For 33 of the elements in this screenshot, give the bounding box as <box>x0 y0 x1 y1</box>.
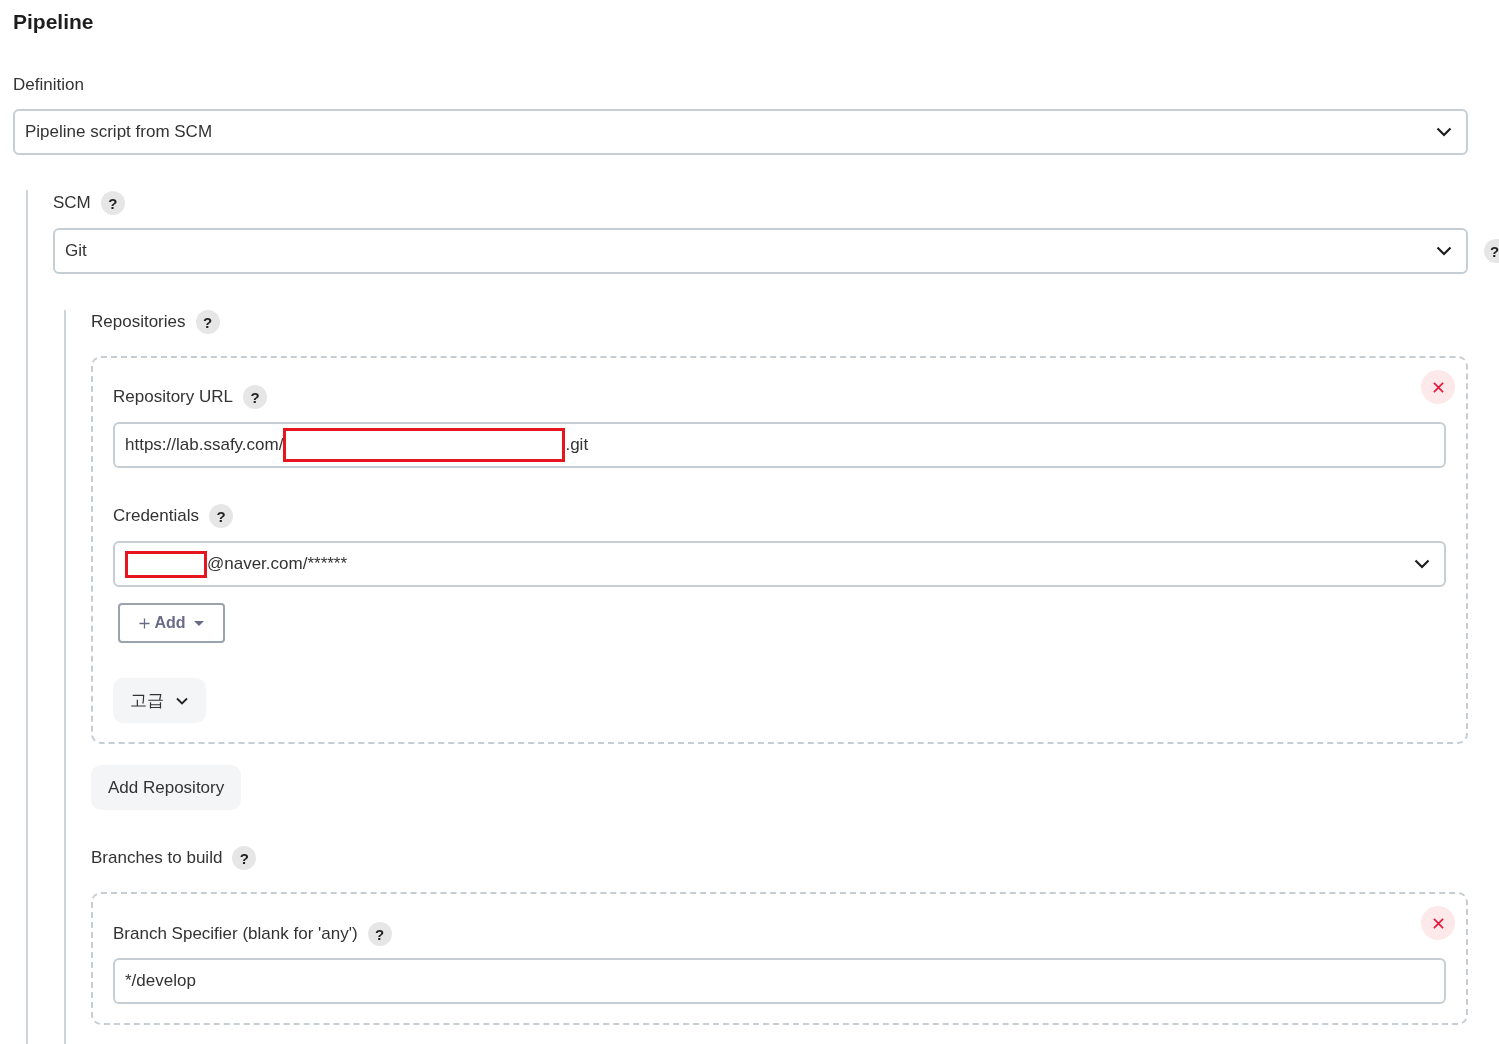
credentials-select[interactable]: @naver.com/****** <box>113 541 1446 587</box>
field-label: Repository URL <box>113 386 233 408</box>
help-button[interactable]: ? <box>209 504 233 528</box>
add-repository-button[interactable]: Add Repository <box>91 765 242 810</box>
chevron-down-icon <box>176 696 188 705</box>
field-label: Branches to build <box>91 847 223 869</box>
field-label: Branch Specifier (blank for 'any') <box>113 923 358 945</box>
section-title: Pipeline <box>13 9 95 35</box>
close-icon <box>1432 381 1444 393</box>
field-label: Definition <box>13 74 84 96</box>
caret-down-icon <box>193 620 204 626</box>
add-button[interactable]: Add <box>118 603 225 643</box>
field-label: Repositories <box>91 311 186 333</box>
remove-button[interactable] <box>1421 906 1455 940</box>
field-label: Credentials <box>113 505 199 527</box>
help-button[interactable]: ? <box>232 846 257 870</box>
chevron-down-icon <box>1436 127 1452 137</box>
help-button[interactable]: ? <box>243 385 267 409</box>
help-button[interactable]: ? <box>100 191 125 215</box>
scm-select[interactable]: Git <box>53 228 1468 274</box>
chevron-down-icon <box>1436 246 1452 256</box>
field-label: SCM <box>53 192 91 214</box>
close-icon <box>1432 917 1444 929</box>
branch-field[interactable]: */develop <box>113 958 1446 1004</box>
definition-select[interactable]: Pipeline script from SCM <box>13 109 1468 155</box>
advanced-button[interactable]: 고급 <box>113 678 206 723</box>
plus-icon <box>139 617 151 629</box>
remove-button[interactable] <box>1421 370 1455 404</box>
chevron-down-icon <box>1414 559 1430 569</box>
help-button[interactable]: ? <box>195 310 220 334</box>
help-button[interactable]: ? <box>1484 239 1499 263</box>
help-button[interactable]: ? <box>367 922 392 946</box>
url-field[interactable]: https://lab.ssafy.com/ .git <box>113 422 1446 468</box>
